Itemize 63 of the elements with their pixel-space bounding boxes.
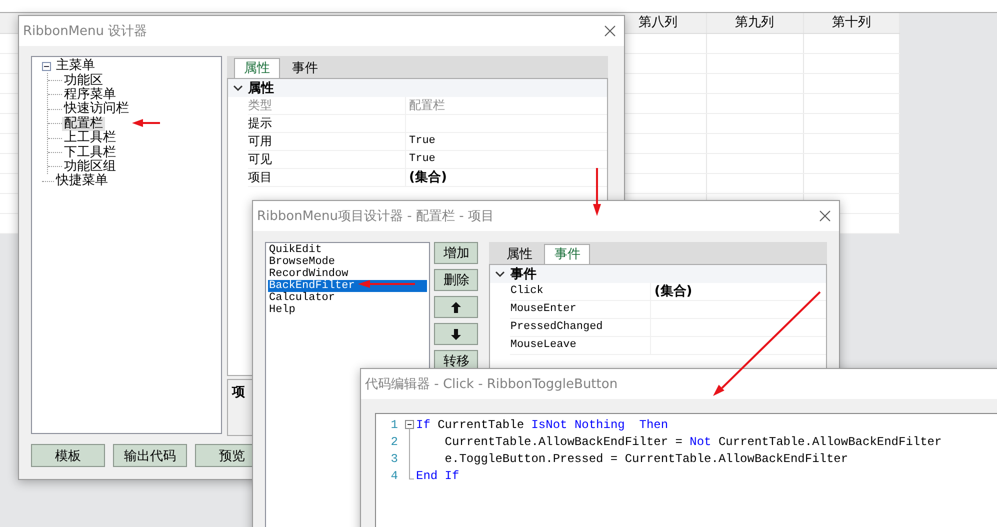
list-item[interactable]: QuikEdit (268, 244, 428, 256)
list-item[interactable]: BackEndFilter (268, 280, 428, 292)
category-label: 事件 (510, 266, 536, 283)
dialog-button[interactable]: 模板 (31, 444, 105, 467)
list-item[interactable]: Calculator (268, 292, 428, 304)
arrow-up-icon (451, 302, 462, 312)
property-name: 可见 (248, 151, 406, 168)
property-name: Click (510, 283, 652, 300)
line-number: 3 (390, 452, 399, 466)
category-label: 属性 (248, 80, 274, 97)
code-line: CurrentTable.AllowBackEndFilter = Not CurrentTable.AllowBackEndFilter (444, 434, 942, 448)
move-up-button[interactable] (434, 296, 478, 318)
code-line: e.ToggleButton.Pressed = CurrentTable.AllowBackEndFilter (444, 452, 848, 466)
window-title: RibbonMenu 设计器 (23, 23, 148, 40)
window-title: RibbonMenu项目设计器 - 配置栏 - 项目 (257, 208, 494, 225)
property-name: 项目 (248, 169, 406, 186)
property-value[interactable]: True (409, 135, 436, 147)
property-name: 类型 (248, 97, 406, 114)
column-header[interactable]: 第九列 (706, 13, 804, 33)
collapse-icon[interactable] (42, 62, 51, 71)
line-number: 1 (390, 418, 399, 432)
window-title: 代码编辑器 - Click - RibbonToggleButton (365, 376, 618, 393)
arrow-down-icon (451, 328, 462, 340)
list-item[interactable]: RecordWindow (268, 268, 428, 280)
tab[interactable]: 属性 (496, 244, 542, 264)
description-title: 项 (232, 385, 245, 400)
line-number: 2 (390, 434, 399, 448)
tree-item[interactable]: 快捷菜单 (54, 174, 110, 188)
list-item[interactable]: Help (268, 304, 428, 316)
code-line: If CurrentTable IsNot Nothing Then (416, 418, 668, 432)
annotation-arrow (358, 280, 415, 288)
tree-item[interactable]: 快速访问栏 (62, 102, 131, 116)
property-name: 提示 (248, 115, 406, 132)
property-name: MouseLeave (510, 337, 652, 354)
annotation-arrow (132, 119, 160, 127)
tab[interactable]: 属性 (234, 58, 280, 78)
tree-item[interactable]: 程序菜单 (62, 88, 118, 102)
property-name: 可用 (248, 133, 406, 150)
property-name: MouseEnter (510, 301, 652, 318)
list-item[interactable]: BrowseMode (268, 256, 428, 268)
tree-item[interactable]: 功能区 (62, 74, 105, 88)
tree-item[interactable]: 下工具栏 (62, 146, 118, 160)
close-icon[interactable] (819, 210, 831, 222)
tab[interactable]: 事件 (544, 244, 590, 264)
tab[interactable]: 事件 (282, 58, 328, 78)
code-line: End If (416, 468, 460, 482)
side-button[interactable]: 增加 (434, 242, 478, 264)
tree-item[interactable]: 主菜单 (54, 59, 97, 74)
tree-item[interactable]: 配置栏 (62, 116, 105, 131)
property-value[interactable]: (集合) (654, 284, 692, 299)
tree-item[interactable]: 上工具栏 (62, 131, 118, 146)
property-name: PressedChanged (510, 319, 652, 336)
code-editor[interactable]: 1 2 3 4 If CurrentTable IsNot Nothing Then CurrentTable.AllowBackEndFilter = Not CurrentTable.AllowBackEndFilter e.ToggleButton.Pressed = CurrentTable.AllowBackEndFilter End If (375, 413, 997, 527)
side-button[interactable]: 删除 (434, 269, 478, 291)
property-value[interactable]: True (409, 153, 436, 165)
line-number: 4 (390, 468, 399, 482)
annotation-arrow (593, 168, 601, 216)
property-value[interactable]: (集合) (409, 170, 447, 185)
move-down-button[interactable] (434, 323, 478, 345)
close-icon[interactable] (604, 25, 616, 37)
tree-item[interactable]: 功能区组 (62, 160, 118, 174)
dialog-button[interactable]: 输出代码 (113, 444, 187, 467)
column-header[interactable]: 第十列 (804, 13, 900, 33)
